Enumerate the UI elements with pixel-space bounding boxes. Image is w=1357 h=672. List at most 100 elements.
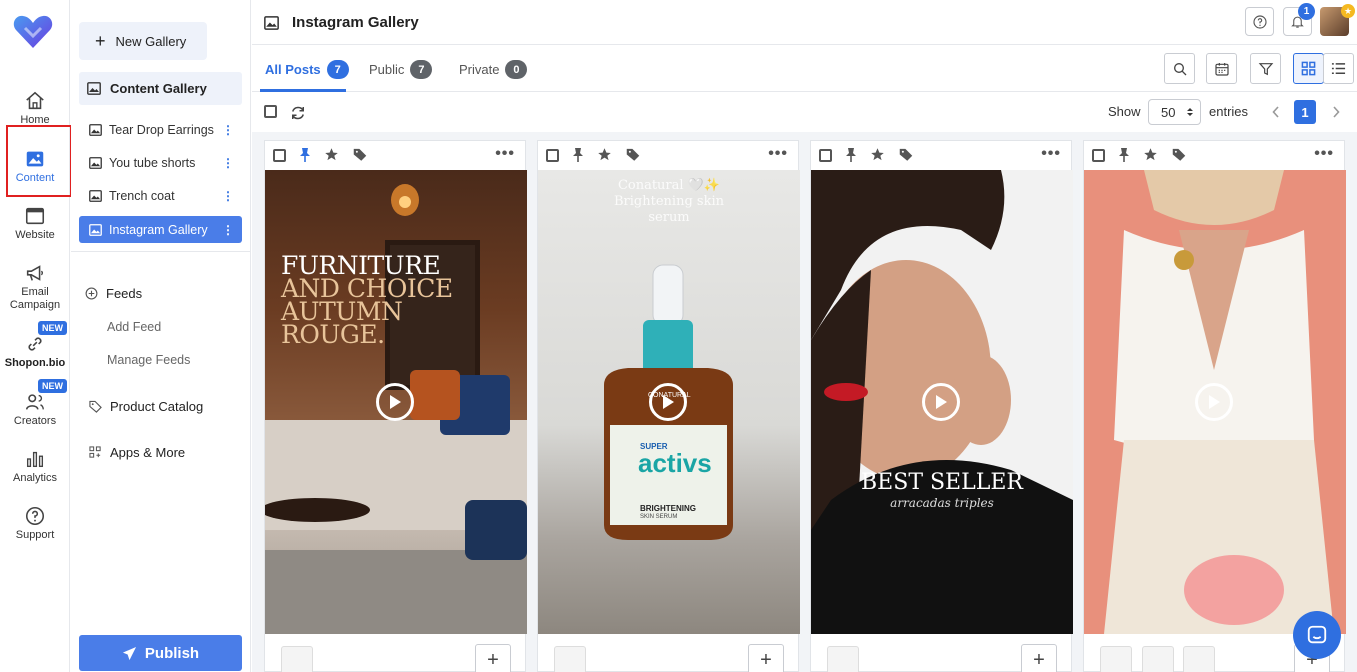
overlay-text: FURNITURE AND CHOICE AUTUMN ROUGE. — [281, 253, 453, 347]
tab-public[interactable]: Public 7 — [369, 60, 433, 79]
pin-icon[interactable] — [571, 147, 585, 163]
kebab-menu-icon[interactable]: ⋮ — [222, 123, 234, 137]
grid-view-button[interactable] — [1293, 53, 1324, 84]
post-checkbox[interactable] — [819, 149, 832, 162]
post-media[interactable]: Conatural 🤍✨ Brightening skin serum CONA… — [538, 170, 800, 634]
product-thumbnail[interactable] — [281, 646, 313, 672]
manage-feeds-link[interactable]: Manage Feeds — [107, 353, 190, 367]
star-icon[interactable] — [324, 147, 339, 162]
search-button[interactable] — [1164, 53, 1195, 84]
play-button[interactable] — [649, 383, 687, 421]
tag-icon[interactable] — [898, 147, 914, 162]
add-feed-link[interactable]: Add Feed — [107, 320, 161, 334]
next-page-button[interactable] — [1325, 100, 1347, 124]
post-checkbox[interactable] — [273, 149, 286, 162]
new-gallery-button[interactable]: + New Gallery — [79, 22, 207, 60]
more-options-icon[interactable]: ••• — [1041, 145, 1061, 163]
product-name: activs — [638, 448, 712, 478]
overlay-line: Conatural 🤍✨ — [617, 178, 721, 193]
chevron-right-icon — [1333, 106, 1340, 118]
product-catalog-link[interactable]: Product Catalog — [89, 399, 203, 414]
pin-icon[interactable] — [844, 147, 858, 163]
more-options-icon[interactable]: ••• — [495, 145, 515, 163]
select-all-checkbox[interactable] — [264, 105, 277, 118]
rail-item-analytics[interactable]: Analytics — [0, 448, 70, 485]
rail-item-website[interactable]: Website — [0, 205, 70, 242]
product-thumbnail[interactable] — [1100, 646, 1132, 672]
post-card[interactable]: ••• Conatural 🤍✨ Brightening skin serum … — [537, 140, 800, 672]
add-product-button[interactable]: + — [1021, 644, 1057, 672]
star-icon[interactable] — [1143, 147, 1158, 162]
rail-label-support: Support — [15, 529, 55, 541]
tab-private[interactable]: Private 0 — [459, 60, 528, 79]
rail-item-email-campaign[interactable]: Email Campaign — [0, 262, 70, 312]
post-card[interactable]: ••• FURNITURE AND CHOICE AUTUMN ROUGE. + — [264, 140, 527, 672]
tag-icon[interactable] — [352, 147, 368, 162]
rail-item-content[interactable]: Content — [0, 148, 70, 185]
gallery-item-instagram-gallery[interactable]: Instagram Gallery ⋮ — [79, 216, 242, 243]
grid-view-icon — [1301, 61, 1316, 76]
kebab-menu-icon[interactable]: ⋮ — [222, 223, 234, 237]
help-button[interactable] — [1245, 7, 1274, 36]
calendar-button[interactable] — [1206, 53, 1237, 84]
more-options-icon[interactable]: ••• — [768, 145, 788, 163]
product-thumbnail[interactable] — [827, 646, 859, 672]
pin-icon[interactable] — [298, 147, 312, 163]
tag-icon[interactable] — [1171, 147, 1187, 162]
play-button[interactable] — [922, 383, 960, 421]
kebab-menu-icon[interactable]: ⋮ — [222, 156, 234, 170]
chat-button[interactable] — [1293, 611, 1341, 659]
plus-icon: + — [95, 31, 106, 51]
star-icon[interactable] — [597, 147, 612, 162]
rail-item-support[interactable]: Support — [0, 505, 70, 542]
filter-button[interactable] — [1250, 53, 1281, 84]
page-number[interactable]: 1 — [1294, 100, 1316, 124]
rail-item-shopon-bio[interactable]: NEW Shopon.bio — [0, 321, 70, 370]
kebab-menu-icon[interactable]: ⋮ — [222, 189, 234, 203]
content-gallery-header[interactable]: Content Gallery — [79, 72, 242, 105]
new-badge: NEW — [38, 379, 67, 393]
pin-icon[interactable] — [1117, 147, 1131, 163]
product-thumbnail[interactable] — [1183, 646, 1215, 672]
post-checkbox[interactable] — [546, 149, 559, 162]
image-icon — [89, 156, 102, 169]
tab-all-posts[interactable]: All Posts 7 — [265, 60, 349, 79]
star-icon[interactable] — [870, 147, 885, 162]
refresh-icon[interactable] — [289, 104, 307, 122]
avatar[interactable]: ★ — [1320, 4, 1355, 36]
product-thumbnail[interactable] — [1142, 646, 1174, 672]
play-button[interactable] — [376, 383, 414, 421]
feeds-section[interactable]: Feeds — [85, 286, 142, 301]
new-badge: NEW — [38, 321, 67, 335]
more-options-icon[interactable]: ••• — [1314, 145, 1334, 163]
post-media[interactable] — [1084, 170, 1346, 634]
gallery-item-trench-coat[interactable]: Trench coat ⋮ — [79, 182, 242, 209]
rail-label-analytics: Analytics — [12, 472, 58, 484]
post-checkbox[interactable] — [1092, 149, 1105, 162]
add-product-button[interactable]: + — [475, 644, 511, 672]
gallery-item-tear-drop-earrings[interactable]: Tear Drop Earrings ⋮ — [79, 116, 242, 143]
play-button[interactable] — [1195, 383, 1233, 421]
rail-item-home[interactable]: Home — [0, 90, 70, 127]
list-view-icon — [1331, 63, 1346, 74]
rail-item-creators[interactable]: NEW Creators — [0, 379, 70, 428]
card-footer: + — [538, 634, 800, 672]
product-thumbnail[interactable] — [554, 646, 586, 672]
logo-icon[interactable] — [13, 14, 53, 50]
prev-page-button[interactable] — [1265, 100, 1287, 124]
calendar-icon — [1214, 62, 1229, 76]
apps-more-link[interactable]: Apps & More — [89, 445, 185, 460]
publish-button[interactable]: Publish — [79, 635, 242, 671]
rail-label-website: Website — [15, 229, 55, 241]
post-card[interactable]: ••• BEST SELLER arracadas triples + — [810, 140, 1073, 672]
post-media[interactable]: FURNITURE AND CHOICE AUTUMN ROUGE. — [265, 170, 527, 634]
post-media[interactable]: BEST SELLER arracadas triples — [811, 170, 1073, 634]
post-card[interactable]: ••• + — [1083, 140, 1346, 672]
entries-select[interactable]: 50 — [1148, 99, 1201, 125]
tab-label: Private — [459, 62, 500, 77]
tag-icon[interactable] — [625, 147, 641, 162]
add-product-button[interactable]: + — [748, 644, 784, 672]
gallery-item-youtube-shorts[interactable]: You tube shorts ⋮ — [79, 149, 242, 176]
list-view-button[interactable] — [1323, 53, 1354, 84]
page-title: Instagram Gallery — [292, 14, 419, 31]
